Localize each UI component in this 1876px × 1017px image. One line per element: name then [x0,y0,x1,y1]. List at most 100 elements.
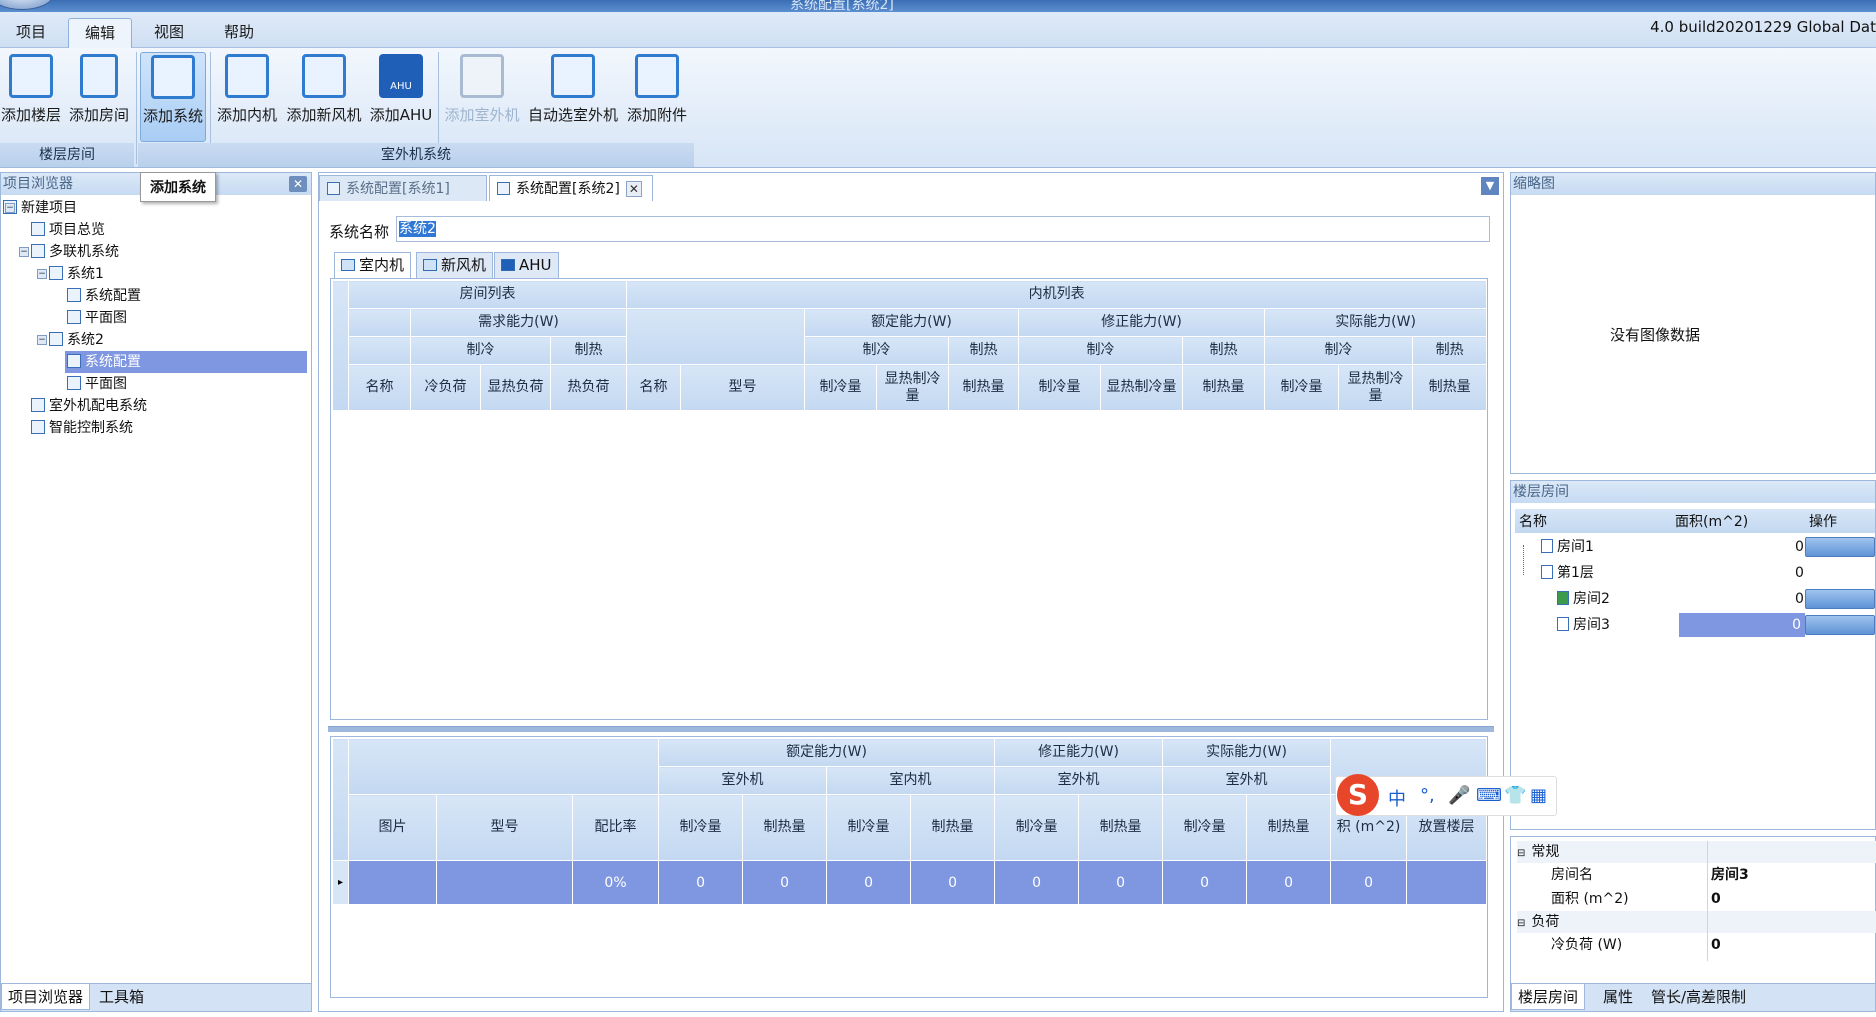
category-general[interactable]: ⊟ 常规 [1517,841,1876,863]
col-area[interactable]: 面积(m^2) [1675,511,1748,531]
col-actual-cool[interactable]: 制冷量 [1162,794,1248,861]
table-row[interactable]: ▸ 0% 0 0 0 0 0 0 0 0 0 [332,860,1488,905]
locate-button[interactable] [1805,537,1875,557]
col-corrected-cool[interactable]: 制冷量 [1018,364,1101,411]
tree-sys2[interactable]: 系统2 [49,329,104,351]
add-floor-button[interactable]: 添加楼层 [0,52,62,138]
cell-floor[interactable] [1406,860,1488,905]
tab-ahu[interactable]: AHU [494,252,559,278]
col-rated-heat[interactable]: 制热量 [948,364,1019,411]
list-item[interactable]: 房间1 [1541,535,1594,559]
tree-control[interactable]: 智能控制系统 [31,417,133,439]
cell-model[interactable] [436,860,573,905]
cell-value[interactable]: 0 [1078,860,1164,905]
add-indoor-button[interactable]: 添加内机 [214,52,280,138]
tab-floor-rooms[interactable]: 楼层房间 [1511,984,1586,1010]
list-item[interactable]: 房间2 [1557,587,1610,611]
col-corrected-heat[interactable]: 制热量 [1078,794,1164,861]
locate-button[interactable] [1805,589,1875,609]
cell-picture[interactable] [348,860,437,905]
col-actual-sensible[interactable]: 显热制冷量 [1338,364,1413,411]
menu-help[interactable]: 帮助 [208,18,270,48]
add-accessory-button[interactable]: 添加附件 [624,52,690,138]
tab-pipe-limits[interactable]: 管长/高差限制 [1645,984,1752,1010]
tab-system1-config[interactable]: 系统配置[系统1] [319,175,487,201]
col-name[interactable]: 名称 [1519,511,1547,531]
prop-area-value[interactable]: 0 [1711,887,1721,911]
tab-toolbox[interactable]: 工具箱 [93,984,150,1010]
tree-sys2-plan[interactable]: 平面图 [67,373,127,395]
skin-icon[interactable]: 👕 [1504,785,1526,806]
col-indoor-name[interactable]: 名称 [626,364,681,411]
col-actual-heat[interactable]: 制热量 [1246,794,1332,861]
apps-icon[interactable]: ▦ [1530,785,1547,806]
col-model[interactable]: 型号 [680,364,805,411]
col-corrected-sensible[interactable]: 显热制冷量 [1100,364,1183,411]
tree-vrf[interactable]: 多联机系统 [31,241,119,263]
collapse-icon[interactable]: − [37,269,47,279]
cell-value[interactable]: 0 [658,860,744,905]
tree-power[interactable]: 室外机配电系统 [31,395,147,417]
col-sensible-load[interactable]: 显热负荷 [480,364,551,411]
category-load[interactable]: ⊟ 负荷 [1517,911,1876,933]
tab-properties[interactable]: 属性 [1597,984,1639,1010]
prop-room-name-value[interactable]: 房间3 [1711,863,1749,887]
cell-value[interactable]: 0 [1246,860,1332,905]
col-heat-load[interactable]: 热负荷 [550,364,627,411]
tree-sys1-config[interactable]: 系统配置 [67,285,141,307]
system-name-input[interactable]: 系统2 [396,216,1490,242]
tree-sys1-plan[interactable]: 平面图 [67,307,127,329]
tab-project-browser[interactable]: 项目浏览器 [1,984,91,1010]
add-room-button[interactable]: 添加房间 [66,52,132,138]
keyboard-icon[interactable]: ⌨ [1476,785,1502,806]
cell-value[interactable]: 0 [994,860,1080,905]
col-room-name[interactable]: 名称 [348,364,411,411]
auto-select-outdoor-button[interactable]: 自动选室外机 [526,52,620,138]
col-actual-heat[interactable]: 制热量 [1411,364,1488,411]
col-action[interactable]: 操作 [1809,511,1837,531]
ime-lang[interactable]: 中 [1388,785,1406,811]
col-rated-out-cool[interactable]: 制冷量 [658,794,744,861]
cell-area[interactable]: 0 [1330,860,1408,905]
cell-value[interactable]: 0 [826,860,912,905]
cell-ratio[interactable]: 0% [571,860,660,905]
locate-button[interactable] [1805,615,1875,635]
add-fresh-air-button[interactable]: 添加新风机 [284,52,364,138]
tree-overview[interactable]: 项目总览 [31,219,105,241]
ime-punct[interactable]: °, [1420,785,1435,806]
microphone-icon[interactable]: 🎤 [1448,785,1470,806]
close-icon[interactable]: ✕ [289,176,307,192]
col-rated-cool[interactable]: 制冷量 [804,364,877,411]
prop-cool-load-value[interactable]: 0 [1711,933,1721,957]
col-corrected-cool[interactable]: 制冷量 [994,794,1080,861]
menu-view[interactable]: 视图 [138,18,200,48]
col-rated-in-cool[interactable]: 制冷量 [826,794,912,861]
col-picture[interactable]: 图片 [348,794,437,861]
col-cool-load[interactable]: 冷负荷 [410,364,481,411]
col-model[interactable]: 型号 [436,794,573,861]
col-rated-in-heat[interactable]: 制热量 [910,794,996,861]
col-rated-sensible[interactable]: 显热制冷量 [876,364,949,411]
cell-value[interactable]: 0 [742,860,828,905]
add-ahu-button[interactable]: AHU 添加AHU [368,52,434,138]
tab-indoor[interactable]: 室内机 [334,252,412,278]
col-rated-out-heat[interactable]: 制热量 [742,794,828,861]
tree-sys1[interactable]: 系统1 [49,263,104,285]
collapse-icon[interactable]: − [19,247,29,257]
cell-value[interactable]: 0 [1162,860,1248,905]
list-item[interactable]: 房间3 [1557,613,1610,637]
col-corrected-heat[interactable]: 制热量 [1182,364,1265,411]
menu-project[interactable]: 项目 [0,18,62,48]
collapse-icon[interactable]: − [37,335,47,345]
tree-sys2-config[interactable]: 系统配置 [65,351,307,373]
col-ratio[interactable]: 配比率 [571,794,660,861]
add-system-button[interactable]: 添加系统 [140,52,206,142]
menu-edit[interactable]: 编辑 [68,18,133,48]
col-actual-cool[interactable]: 制冷量 [1264,364,1339,411]
collapse-icon[interactable]: − [5,203,15,213]
cell-value[interactable]: 0 [910,860,996,905]
close-icon[interactable]: ✕ [625,181,642,197]
tab-system2-config[interactable]: 系统配置[系统2] ✕ [489,175,653,201]
sogou-logo[interactable]: S [1337,774,1379,816]
room-area-selected[interactable]: 0 [1679,613,1805,637]
